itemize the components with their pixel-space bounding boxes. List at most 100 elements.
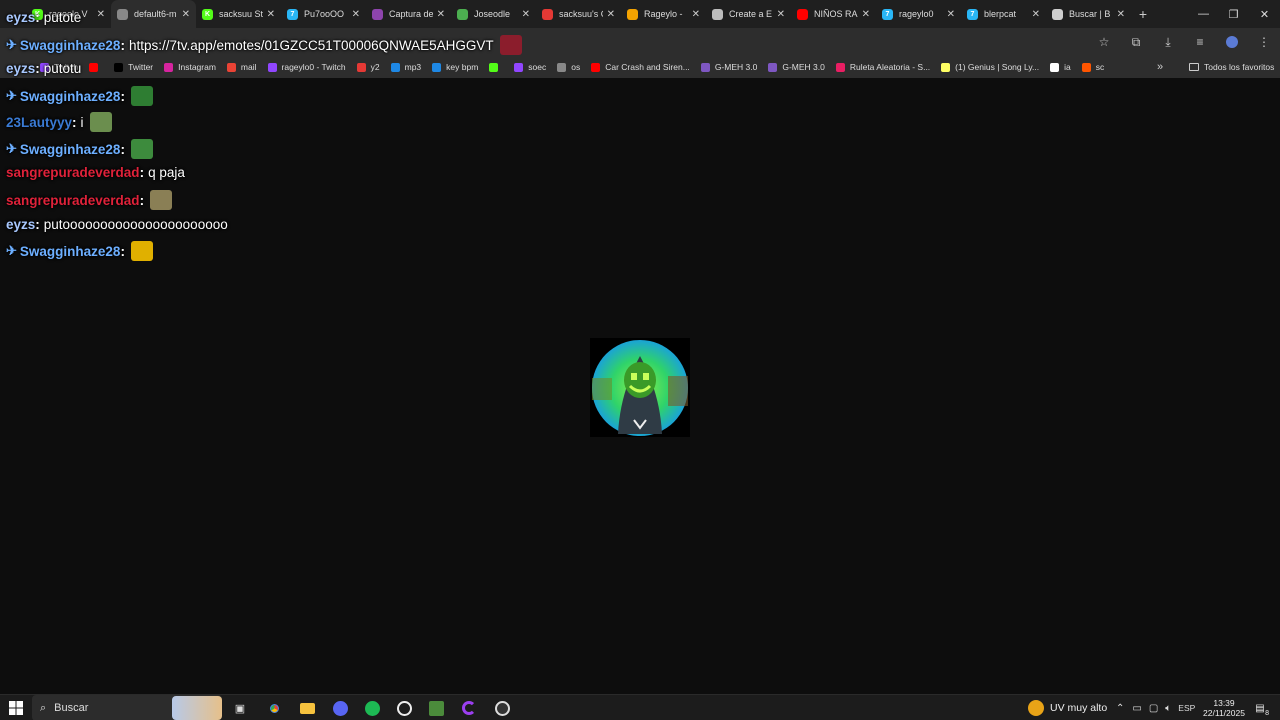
tab-favicon-icon bbox=[627, 8, 638, 20]
chat-text: i bbox=[80, 114, 84, 130]
tab-item[interactable]: NIÑOS RA ✕ bbox=[791, 0, 876, 28]
media-control-icon[interactable]: ≡ bbox=[1184, 28, 1216, 56]
tab-close-icon[interactable]: ✕ bbox=[607, 9, 615, 20]
tab-close-icon[interactable]: ✕ bbox=[97, 9, 105, 20]
chevron-up-icon[interactable]: ⌃ bbox=[1116, 703, 1124, 714]
bookmark-label: mail bbox=[240, 62, 257, 72]
tab-favicon-icon: 7 bbox=[287, 8, 298, 20]
tab-item[interactable]: Joseodle ✕ bbox=[451, 0, 536, 28]
clock[interactable]: 13:39 22/11/2025 bbox=[1198, 698, 1250, 718]
chat-username[interactable]: 23Lautyyy bbox=[6, 115, 72, 130]
tab-close-icon[interactable]: ✕ bbox=[182, 9, 190, 20]
windows-start-icon[interactable] bbox=[9, 701, 23, 715]
bookmark-item[interactable]: Car Crash and Siren... bbox=[591, 62, 690, 72]
tab-item[interactable]: Captura de ✕ bbox=[366, 0, 451, 28]
tab-close-icon[interactable]: ✕ bbox=[862, 9, 870, 20]
chat-username[interactable]: Swagginhaze28 bbox=[20, 244, 121, 259]
volume-icon[interactable]: 🔈︎ bbox=[1165, 703, 1171, 714]
tab-item[interactable]: 7 rageylo0 ✕ bbox=[876, 0, 961, 28]
chat-username[interactable]: eyzs bbox=[6, 61, 35, 76]
chat-username[interactable]: Swagginhaze28 bbox=[20, 89, 121, 104]
tab-close-icon[interactable]: ✕ bbox=[1032, 9, 1040, 20]
chat-username[interactable]: Swagginhaze28 bbox=[20, 142, 121, 157]
bookmark-item[interactable]: mail bbox=[226, 62, 257, 72]
tab-close-icon[interactable]: ✕ bbox=[352, 9, 360, 20]
profile-avatar-icon[interactable] bbox=[1216, 28, 1248, 56]
chat-username[interactable]: sangrepuradeverdad bbox=[6, 193, 140, 208]
stream-avatar-image bbox=[590, 338, 690, 437]
chat-separator: : bbox=[120, 243, 125, 259]
discord-icon[interactable] bbox=[330, 698, 350, 718]
bookmarks-bar: Twitch Twitter Instagram mail rageylo0 - Twi… bbox=[0, 56, 1280, 78]
bookmark-item[interactable]: os bbox=[557, 62, 580, 72]
tab-close-icon[interactable]: ✕ bbox=[692, 9, 700, 20]
tab-close-icon[interactable]: ✕ bbox=[1117, 9, 1125, 20]
bookmark-item[interactable]: G-MEH 3.0 bbox=[700, 62, 757, 72]
tab-item[interactable]: Ksacksuu St ✕ bbox=[196, 0, 281, 28]
chat-username[interactable]: eyzs bbox=[6, 217, 35, 232]
bookmarks-more-button[interactable]: » bbox=[1157, 56, 1163, 78]
tab-item[interactable]: Buscar | B ✕ bbox=[1046, 0, 1131, 28]
tab-item[interactable]: 7 Pu7ooOO ✕ bbox=[281, 0, 366, 28]
chat-username[interactable]: Swagginhaze28 bbox=[20, 38, 121, 53]
restore-icon[interactable]: ❐ bbox=[1218, 0, 1249, 28]
tab-item[interactable]: Rageylo - ✕ bbox=[621, 0, 706, 28]
tab-label: sacksuu's C bbox=[559, 9, 603, 19]
notifications-button[interactable]: ▤ 8 bbox=[1252, 700, 1269, 718]
tab-item[interactable]: default6-m ✕ bbox=[111, 0, 196, 28]
minimize-icon[interactable]: — bbox=[1188, 0, 1219, 28]
tab-item[interactable]: Create a E ✕ bbox=[706, 0, 791, 28]
language-indicator[interactable]: ESP bbox=[1178, 703, 1195, 713]
bookmark-label: ia bbox=[1064, 62, 1071, 72]
bookmark-item[interactable]: y2 bbox=[356, 62, 380, 72]
spotify-icon[interactable] bbox=[362, 698, 382, 718]
all-bookmarks-button[interactable]: Todos los favoritos bbox=[1189, 56, 1274, 78]
bookmark-label: Twitter bbox=[128, 62, 154, 72]
file-explorer-icon[interactable] bbox=[297, 698, 317, 718]
tab-close-icon[interactable]: ✕ bbox=[267, 9, 275, 20]
tab-favicon-icon bbox=[117, 8, 128, 20]
bookmark-label: y2 bbox=[370, 62, 380, 72]
bookmark-item[interactable]: key bpm bbox=[432, 62, 478, 72]
bookmark-item[interactable]: sc bbox=[1081, 62, 1104, 72]
bookmark-item[interactable]: G-MEH 3.0 bbox=[768, 62, 825, 72]
media-player-icon[interactable] bbox=[394, 698, 414, 718]
bookmark-item[interactable] bbox=[489, 62, 503, 72]
bookmark-favicon-icon bbox=[114, 62, 124, 72]
bookmark-star-icon[interactable]: ☆ bbox=[1088, 28, 1120, 56]
bookmark-item[interactable]: Ruleta Aleatoria - S... bbox=[835, 62, 930, 72]
notification-count: 8 bbox=[1265, 710, 1269, 717]
tab-close-icon[interactable]: ✕ bbox=[777, 9, 785, 20]
app-c-icon[interactable] bbox=[459, 698, 479, 718]
minecraft-icon[interactable] bbox=[426, 698, 446, 718]
bookmark-item[interactable]: mp3 bbox=[390, 62, 421, 72]
bookmark-item[interactable]: rageylo0 - Twitch bbox=[267, 62, 346, 72]
obs-icon[interactable] bbox=[492, 698, 512, 718]
extensions-icon[interactable]: ⧉ bbox=[1120, 28, 1152, 56]
bookmark-favicon-icon bbox=[835, 62, 845, 72]
display-icon[interactable]: ▢ bbox=[1149, 703, 1158, 714]
chat-emote-image bbox=[499, 35, 522, 55]
downloads-icon[interactable]: ⤓ bbox=[1152, 28, 1184, 56]
chrome-icon[interactable] bbox=[264, 698, 284, 718]
bookmark-item[interactable]: ia bbox=[1050, 62, 1071, 72]
weather-widget[interactable]: UV muy alto bbox=[1028, 695, 1107, 720]
tab-item[interactable]: 7 blerpcat ✕ bbox=[961, 0, 1046, 28]
bookmark-item[interactable]: Instagram bbox=[164, 62, 216, 72]
close-window-icon[interactable]: ✕ bbox=[1249, 0, 1280, 28]
network-icon[interactable]: ▭ bbox=[1132, 703, 1141, 714]
tab-item[interactable]: sacksuu's C ✕ bbox=[536, 0, 621, 28]
taskbar-search[interactable]: ⌕ Buscar bbox=[32, 695, 222, 720]
bookmark-item[interactable]: soec bbox=[514, 62, 546, 72]
bookmark-item[interactable]: (1) Genius | Song Ly... bbox=[941, 62, 1039, 72]
bookmark-item[interactable] bbox=[89, 62, 103, 72]
chat-username[interactable]: sangrepuradeverdad bbox=[6, 165, 140, 180]
bookmark-item[interactable]: Twitter bbox=[114, 62, 153, 72]
browser-menu-icon[interactable]: ⋮ bbox=[1248, 28, 1280, 56]
new-tab-button[interactable]: + bbox=[1131, 0, 1155, 28]
tab-close-icon[interactable]: ✕ bbox=[947, 9, 955, 20]
task-view-icon[interactable]: ▣ bbox=[230, 698, 250, 718]
tab-close-icon[interactable]: ✕ bbox=[522, 9, 530, 20]
tab-close-icon[interactable]: ✕ bbox=[437, 9, 445, 20]
chat-username[interactable]: eyzs bbox=[6, 10, 35, 25]
